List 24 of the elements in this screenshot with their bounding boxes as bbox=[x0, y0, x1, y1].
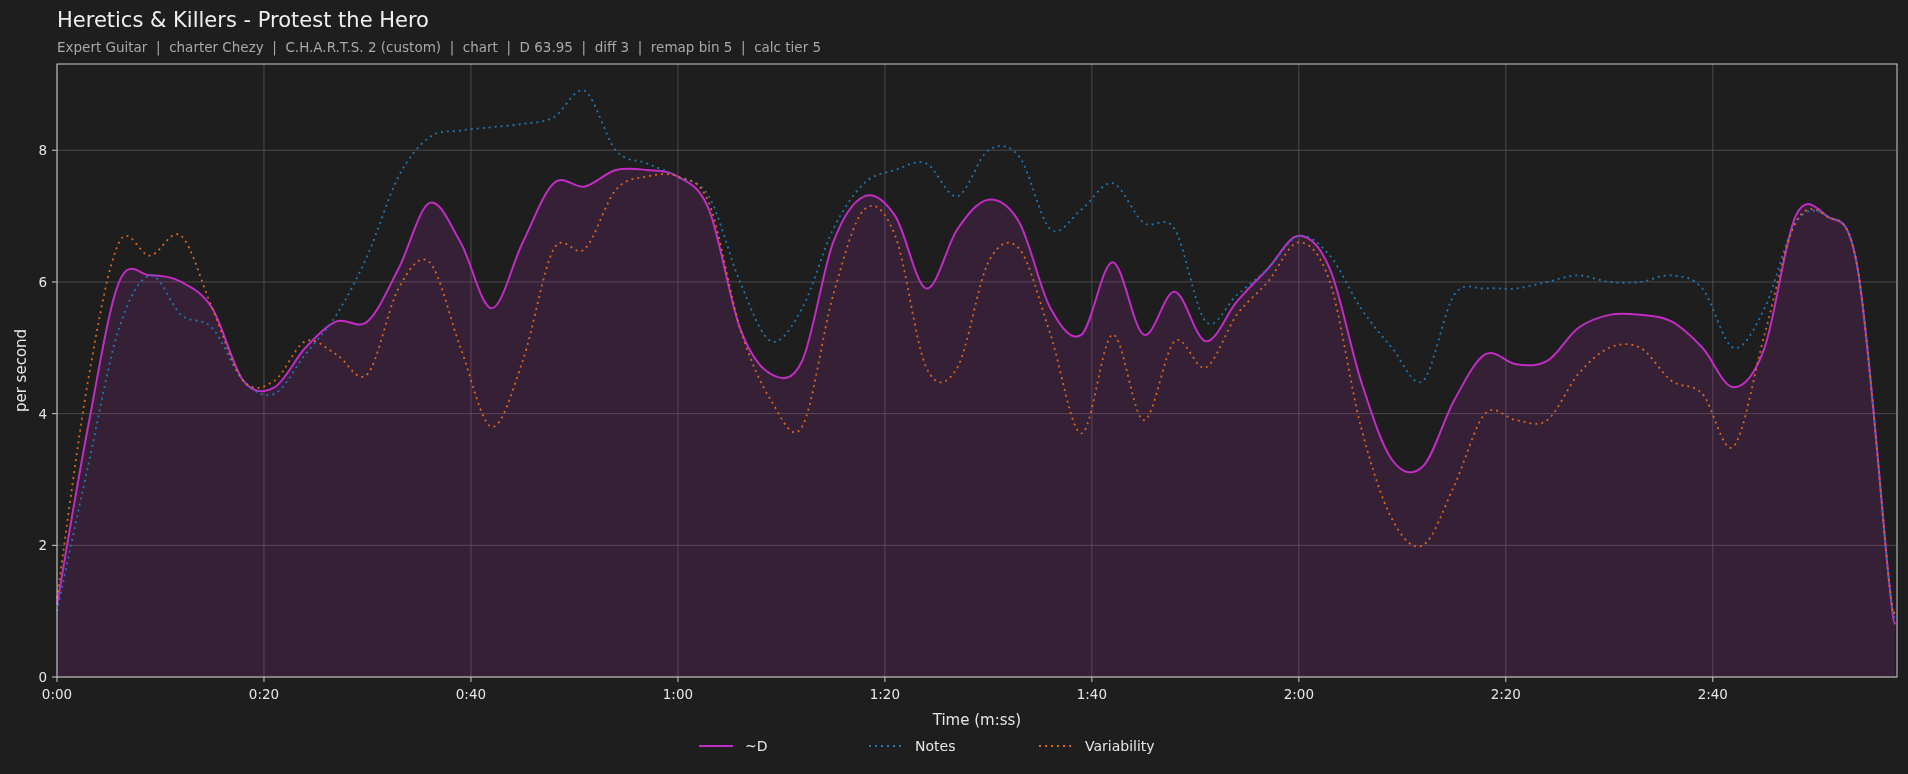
y-tick-label: 0 bbox=[38, 669, 47, 685]
y-tick-label: 4 bbox=[38, 405, 47, 422]
x-tick-label: 2:20 bbox=[1490, 686, 1521, 702]
y-tick-label: 8 bbox=[38, 142, 47, 159]
y-axis-label: per second bbox=[12, 328, 30, 413]
legend-line-icon bbox=[869, 744, 903, 748]
y-tick-label: 6 bbox=[38, 273, 47, 290]
x-tick-label: 1:20 bbox=[869, 686, 901, 702]
chart-subtitle: Expert Guitar | charter Chezy | C.H.A.R.T.S. 2 (custom) | chart | D 63.95 | diff 3 | remap bin 5 | calc tier 5 bbox=[57, 38, 823, 56]
chart-title: Heretics & Killers - Protest the Hero bbox=[57, 7, 430, 33]
x-axis-label: Time (m:ss) bbox=[932, 711, 1022, 729]
x-tick-label: 0:20 bbox=[248, 686, 280, 702]
x-tick-label: 0:40 bbox=[455, 686, 487, 702]
legend-label: Notes bbox=[915, 738, 956, 754]
x-tick-label: 0:00 bbox=[41, 686, 73, 702]
x-tick-label: 1:00 bbox=[662, 686, 694, 702]
legend-line-icon bbox=[1039, 744, 1073, 748]
legend-label: Variability bbox=[1085, 738, 1155, 754]
legend-line-icon bbox=[699, 744, 733, 748]
x-tick-label: 1:40 bbox=[1076, 686, 1108, 702]
x-tick-label: 2:00 bbox=[1283, 686, 1314, 702]
legend-label: ~D bbox=[745, 738, 768, 754]
y-tick-label: 2 bbox=[38, 537, 47, 554]
x-tick-label: 2:40 bbox=[1697, 686, 1728, 702]
